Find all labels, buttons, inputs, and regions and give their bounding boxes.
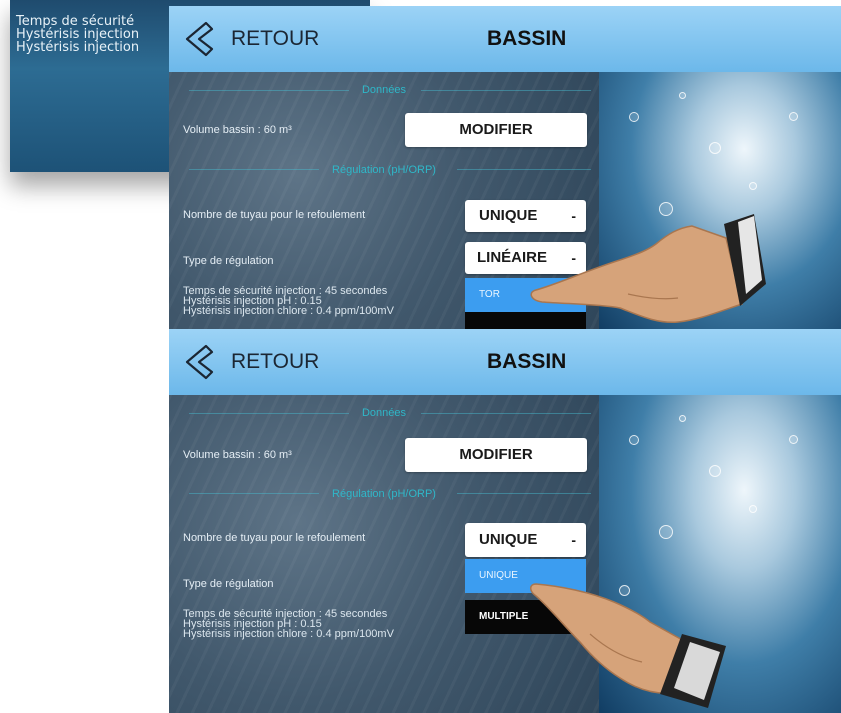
tuyau-label: Nombre de tuyau pour le refoulement bbox=[183, 209, 366, 221]
back-chevron-icon[interactable] bbox=[179, 342, 219, 382]
back-button-label[interactable]: RETOUR bbox=[231, 350, 319, 374]
volume-label: Volume bassin : 60 m³ bbox=[183, 449, 292, 461]
header: RETOUR BASSIN bbox=[169, 6, 841, 72]
info-line: Hystérisis injection chlore : 0.4 ppm/10… bbox=[183, 628, 394, 640]
section-title-regulation: Régulation (pH/ORP) bbox=[332, 488, 436, 500]
hand-pointer-icon bbox=[530, 583, 726, 708]
background-line: Hystérisis injection bbox=[16, 40, 140, 55]
dropdown-caret-icon: - bbox=[571, 532, 576, 548]
info-line: Hystérisis injection chlore : 0.4 ppm/10… bbox=[183, 305, 394, 317]
section-title-regulation: Régulation (pH/ORP) bbox=[332, 164, 436, 176]
page-title: BASSIN bbox=[487, 27, 567, 50]
tuyau-dropdown[interactable]: UNIQUE - bbox=[465, 523, 586, 557]
modifier-button[interactable]: MODIFIER bbox=[405, 113, 587, 147]
page-title: BASSIN bbox=[487, 350, 567, 373]
tuyau-value: UNIQUE bbox=[479, 531, 538, 548]
hand-pointer-icon bbox=[530, 214, 766, 323]
tuyau-label: Nombre de tuyau pour le refoulement bbox=[183, 532, 366, 544]
back-chevron-icon[interactable] bbox=[179, 19, 219, 59]
modifier-button[interactable]: MODIFIER bbox=[405, 438, 587, 472]
regulation-label: Type de régulation bbox=[183, 255, 274, 267]
background-info: Temps de sécurité Hystérisis injection H… bbox=[16, 15, 139, 54]
section-title-donnees: Données bbox=[361, 407, 407, 419]
header: RETOUR BASSIN bbox=[169, 329, 841, 395]
back-button-label[interactable]: RETOUR bbox=[231, 27, 319, 51]
section-title-donnees: Données bbox=[361, 84, 407, 96]
volume-label: Volume bassin : 60 m³ bbox=[183, 124, 292, 136]
bassin-screen-2: RETOUR BASSIN Données Volume bassin : 60… bbox=[169, 329, 841, 713]
regulation-label: Type de régulation bbox=[183, 578, 274, 590]
